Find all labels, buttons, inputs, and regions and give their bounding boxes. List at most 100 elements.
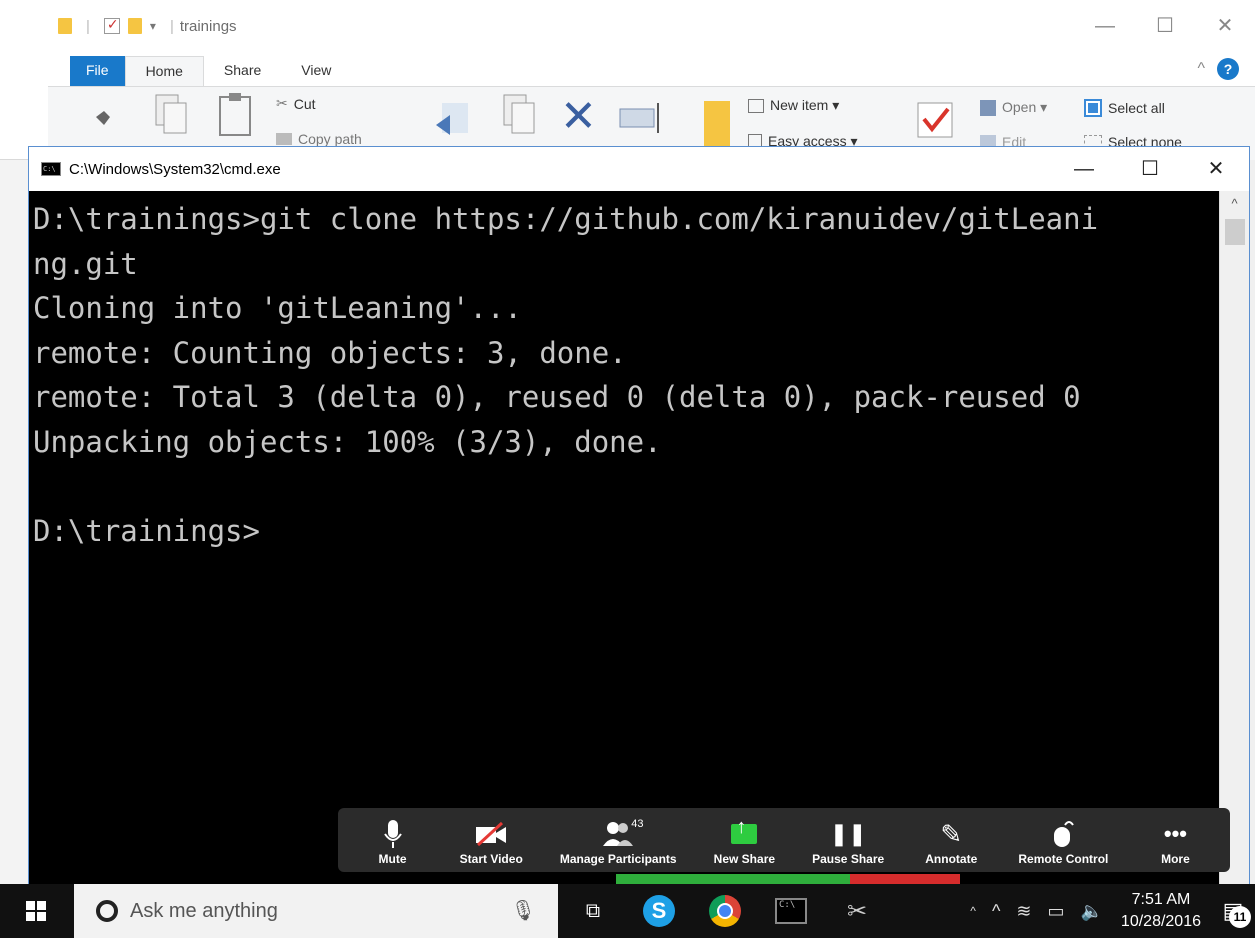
start-button[interactable] <box>0 884 72 938</box>
cmd-taskbar-icon: C:\ <box>775 898 807 924</box>
annotate-button[interactable]: ✎ Annotate <box>921 816 981 867</box>
cmd-title-bar[interactable]: C:\ C:\Windows\System32\cmd.exe — ☐ ✕ <box>29 147 1249 191</box>
cmd-window: C:\ C:\Windows\System32\cmd.exe — ☐ ✕ D:… <box>28 146 1250 887</box>
tray-scroll-icon[interactable]: ^ <box>962 904 984 918</box>
console-line: Unpacking objects: 100% (3/3), done. <box>33 424 662 459</box>
copy-path-icon <box>276 133 292 145</box>
new-folder-icon[interactable] <box>127 18 142 34</box>
taskbar-skype[interactable]: S <box>634 884 684 938</box>
console-line: Cloning into 'gitLeaning'... <box>33 291 522 325</box>
new-item-button[interactable]: New item ▾ <box>748 97 839 114</box>
minimize-button[interactable]: — <box>1075 6 1135 46</box>
explorer-title-bar: | ▾ | trainings <box>48 6 1255 46</box>
tab-share[interactable]: Share <box>204 56 281 86</box>
system-tray: ^ ^ ≋ ▭ 🔈 7:51 AM 10/28/2016 ▤ 11 <box>962 884 1255 938</box>
console-prompt-line: D:\trainings> <box>33 513 260 548</box>
cmd-window-controls: — ☐ ✕ <box>1051 147 1249 191</box>
video-off-icon <box>474 816 508 852</box>
rename-icon[interactable] <box>618 101 666 135</box>
paste-icon[interactable] <box>218 91 254 139</box>
scroll-up-arrow-icon[interactable]: ^ <box>1220 191 1249 217</box>
select-all-icon <box>1084 99 1102 117</box>
cmd-window-title: C:\Windows\System32\cmd.exe <box>69 160 281 178</box>
wifi-icon[interactable]: ≋ <box>1008 901 1039 922</box>
console-line: D:\trainings>git clone https://github.co… <box>33 202 1099 236</box>
share-screen-icon <box>731 816 758 844</box>
folder-icon <box>58 18 72 34</box>
chrome-icon <box>709 895 741 927</box>
manage-participants-button[interactable]: 43 Manage Participants <box>560 816 677 866</box>
ribbon-right-controls: ^ ? <box>1197 58 1239 80</box>
mouse-icon <box>1051 816 1075 852</box>
new-item-icon <box>748 98 764 113</box>
taskbar-snipping-tool[interactable]: ✂ <box>832 884 882 938</box>
cmd-maximize-button[interactable]: ☐ <box>1117 147 1183 191</box>
new-share-button[interactable]: New Share <box>714 816 775 866</box>
zoom-meeting-toolbar: Mute Start Video 43 Manage Participants … <box>338 808 1230 872</box>
search-placeholder: Ask me anything <box>130 899 278 922</box>
cmd-close-button[interactable]: ✕ <box>1183 147 1249 191</box>
explorer-window-title: trainings <box>179 17 237 35</box>
show-hidden-icons-icon[interactable]: ^ <box>984 901 1008 922</box>
more-button[interactable]: ••• More <box>1145 816 1205 866</box>
tab-file[interactable]: File <box>70 56 125 86</box>
explorer-window-controls: — ☐ ✕ <box>1075 6 1255 46</box>
windows-logo-icon <box>26 901 46 921</box>
pin-icon[interactable] <box>86 107 114 135</box>
open-icon <box>980 99 996 116</box>
copy-icon[interactable] <box>154 93 188 137</box>
more-dots-icon: ••• <box>1163 821 1187 846</box>
start-video-button[interactable]: Start Video <box>460 816 523 866</box>
properties-large-icon[interactable] <box>916 101 956 141</box>
microphone-icon[interactable]: 🎙 <box>511 898 536 923</box>
snipping-tool-icon: ✂ <box>846 897 868 925</box>
scissors-icon: ✂ <box>276 95 288 111</box>
windows-taskbar: Ask me anything 🎙 ⧉ S C:\ ✂ ^ ^ ≋ ▭ 🔈 7:… <box>0 884 1255 938</box>
action-center-button[interactable]: ▤ 11 <box>1211 884 1255 938</box>
move-to-icon[interactable] <box>432 97 472 137</box>
console-line: remote: Counting objects: 3, done. <box>33 335 627 370</box>
cmd-app-icon: C:\ <box>41 162 61 176</box>
clock-date: 10/28/2016 <box>1120 913 1201 930</box>
cmd-scrollbar[interactable]: ^ <box>1219 191 1249 887</box>
help-icon[interactable]: ? <box>1217 58 1239 80</box>
close-button[interactable]: ✕ <box>1195 6 1255 46</box>
cortana-search-box[interactable]: Ask me anything 🎙 <box>74 884 558 938</box>
pause-share-button[interactable]: ❚❚ Pause Share <box>812 816 884 866</box>
maximize-button[interactable]: ☐ <box>1135 6 1195 46</box>
task-view-icon[interactable]: ⧉ <box>568 884 618 938</box>
participant-count-badge: 43 <box>631 818 644 830</box>
cortana-icon <box>96 900 118 922</box>
copy-to-icon[interactable] <box>498 93 538 137</box>
select-all-button[interactable]: Select all <box>1084 99 1165 117</box>
pause-icon: ❚❚ <box>829 821 867 846</box>
quick-access-toolbar: | ▾ | <box>58 16 180 35</box>
taskbar-cmd[interactable]: C:\ <box>766 884 816 938</box>
console-line: ng.git <box>33 246 138 281</box>
remote-control-button[interactable]: Remote Control <box>1018 816 1108 866</box>
taskbar-chrome[interactable] <box>700 884 750 938</box>
collapse-ribbon-icon[interactable]: ^ <box>1197 60 1205 78</box>
open-button[interactable]: Open ▾ <box>980 99 1047 116</box>
taskbar-app-icons: ⧉ S C:\ ✂ <box>568 884 882 938</box>
scrollbar-thumb[interactable] <box>1225 219 1245 245</box>
cmd-console-output[interactable]: D:\trainings>git clone https://github.co… <box>29 191 1219 887</box>
delete-icon[interactable]: ✕ <box>560 95 597 139</box>
cmd-minimize-button[interactable]: — <box>1051 147 1117 191</box>
tab-home[interactable]: Home <box>124 56 204 86</box>
participants-icon: 43 <box>601 816 643 852</box>
ribbon-tabs: File Home Share View <box>48 56 1255 86</box>
cut-button[interactable]: ✂ Cut <box>276 95 316 112</box>
new-folder-large-icon[interactable] <box>704 101 730 147</box>
notification-count-badge: 11 <box>1229 906 1251 928</box>
microphone-icon <box>383 816 403 852</box>
battery-icon[interactable]: ▭ <box>1039 901 1072 922</box>
volume-icon[interactable]: 🔈 <box>1073 901 1111 922</box>
mute-button[interactable]: Mute <box>363 816 423 866</box>
skype-icon: S <box>643 895 675 927</box>
tab-view[interactable]: View <box>281 56 351 86</box>
properties-icon[interactable] <box>103 16 120 34</box>
customize-toolbar-icon[interactable]: ▾ <box>150 19 156 33</box>
clock[interactable]: 7:51 AM 10/28/2016 <box>1111 889 1211 933</box>
pencil-icon: ✎ <box>940 818 963 849</box>
